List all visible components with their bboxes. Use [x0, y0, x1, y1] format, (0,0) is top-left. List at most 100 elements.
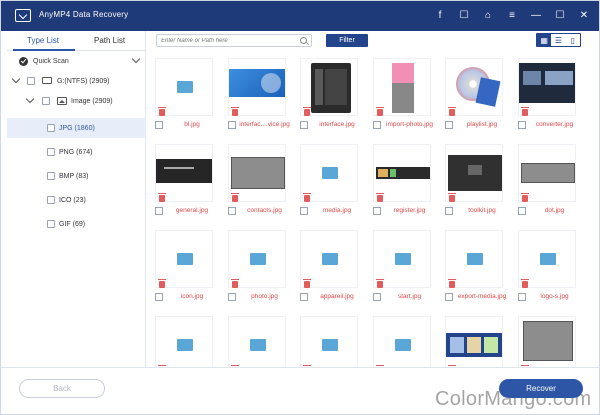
file-tile[interactable]: bl.jpg — [150, 53, 216, 133]
drive-checkbox[interactable] — [27, 77, 35, 85]
file-checkbox[interactable] — [155, 293, 163, 301]
file-checkbox[interactable] — [372, 293, 381, 301]
tab-path-list[interactable]: Path List — [94, 36, 125, 45]
tab-type-list[interactable]: Type List — [27, 36, 59, 45]
image-placeholder-icon — [394, 253, 411, 265]
image-placeholder-icon — [322, 339, 338, 351]
chevron-down-icon[interactable] — [131, 54, 141, 64]
thumbnail-graphic — [391, 63, 414, 83]
file-checkbox[interactable] — [300, 207, 308, 215]
file-checkbox[interactable] — [517, 121, 526, 129]
tree-item-quick-scan[interactable]: Quick Scan — [7, 51, 146, 71]
back-button[interactable]: Back — [19, 379, 105, 398]
chevron-down-icon[interactable] — [11, 74, 21, 84]
file-tile[interactable] — [295, 311, 361, 367]
file-checkbox[interactable] — [372, 207, 381, 215]
file-checkbox[interactable] — [372, 121, 381, 129]
thumbnail-graphic — [475, 77, 501, 107]
type-checkbox[interactable] — [47, 172, 55, 180]
file-tile[interactable] — [513, 311, 579, 367]
type-checkbox[interactable] — [47, 124, 55, 132]
tree-item-jpg[interactable]: JPG (1860) — [7, 118, 146, 138]
file-name: general.jpg — [175, 207, 209, 214]
file-thumbnail[interactable] — [517, 316, 576, 367]
file-tile[interactable] — [150, 311, 216, 367]
thumbnail-graphic — [230, 157, 285, 189]
file-checkbox[interactable] — [227, 207, 236, 215]
file-tile[interactable]: converter.jpg — [513, 53, 579, 133]
file-checkbox[interactable] — [445, 121, 453, 129]
file-name: converter.jpg — [535, 121, 574, 128]
grid-view-icon[interactable]: ▦ — [537, 34, 552, 46]
file-checkbox[interactable] — [517, 293, 526, 301]
file-checkbox[interactable] — [300, 121, 308, 129]
thumbnail-graphic — [325, 69, 347, 105]
file-tile[interactable]: media.jpg — [295, 139, 361, 219]
search-input[interactable] — [161, 36, 295, 46]
file-name: export-media.jpg — [457, 293, 507, 300]
file-tile[interactable]: start.jpg — [368, 225, 434, 305]
tree-item-image[interactable]: Image (2909) — [7, 91, 146, 111]
file-thumbnail[interactable] — [155, 316, 213, 367]
file-thumbnail[interactable] — [372, 316, 431, 367]
file-checkbox[interactable] — [517, 207, 526, 215]
file-checkbox[interactable] — [227, 293, 236, 301]
minimize-icon[interactable]: — — [529, 9, 543, 23]
search-icon[interactable] — [300, 37, 307, 44]
file-tile[interactable]: dot.jpg — [513, 139, 579, 219]
facebook-icon[interactable]: f — [433, 9, 447, 23]
file-tile[interactable]: export-media.jpg — [440, 225, 506, 305]
file-checkbox[interactable] — [155, 207, 163, 215]
file-tile[interactable]: logo-s.jpg — [513, 225, 579, 305]
tree-item-label: Quick Scan — [33, 57, 69, 65]
tree-item-bmp[interactable]: BMP (83) — [7, 166, 146, 186]
recover-button[interactable]: Recover — [499, 379, 583, 398]
maximize-icon[interactable]: ☐ — [553, 9, 567, 23]
toolbar: Filter ▦ ☰ ▯ — [148, 31, 599, 49]
close-icon[interactable]: ✕ — [577, 9, 591, 23]
type-checkbox[interactable] — [47, 196, 55, 204]
file-checkbox[interactable] — [445, 207, 453, 215]
file-tile[interactable]: icon.jpg — [150, 225, 216, 305]
file-checkbox[interactable] — [155, 121, 163, 129]
file-thumbnail[interactable] — [227, 316, 286, 367]
file-thumbnail[interactable] — [445, 316, 503, 367]
chat-icon[interactable]: ☐ — [457, 9, 471, 23]
menu-icon[interactable]: ≡ — [505, 9, 519, 23]
file-tile[interactable] — [440, 311, 506, 367]
file-tile[interactable]: contacts.jpg — [223, 139, 289, 219]
type-checkbox[interactable] — [47, 148, 55, 156]
deleted-file-icon — [230, 193, 239, 202]
list-view-icon[interactable]: ☰ — [551, 34, 566, 46]
file-tile[interactable]: import-photo.jpg — [368, 53, 434, 133]
file-tile[interactable]: playlist.jpg — [440, 53, 506, 133]
filter-button[interactable]: Filter — [326, 34, 368, 47]
left-panel: Type List Path List Quick Scan G:(NTFS) … — [7, 31, 146, 367]
file-checkbox[interactable] — [445, 293, 453, 301]
key-icon[interactable]: ⌂ — [481, 9, 495, 23]
file-thumbnail[interactable] — [300, 316, 358, 367]
file-tile[interactable]: register.jpg — [368, 139, 434, 219]
tree-item-png[interactable]: PNG (674) — [7, 142, 146, 162]
file-tile[interactable]: interfac....vice.jpg — [223, 53, 290, 133]
file-tile[interactable]: appareil.jpg — [295, 225, 361, 305]
file-tile[interactable]: general.jpg — [150, 139, 216, 219]
tree-item-drive[interactable]: G:(NTFS) (2909) — [7, 71, 146, 91]
file-name: interface.jpg — [319, 121, 355, 128]
tree-item-gif[interactable]: GIF (69) — [7, 214, 146, 234]
deleted-file-icon — [303, 279, 311, 288]
deleted-file-icon — [230, 279, 239, 288]
file-tile[interactable]: interface.jpg — [295, 53, 361, 133]
file-checkbox[interactable] — [227, 121, 236, 129]
chevron-down-icon[interactable] — [25, 94, 35, 104]
image-checkbox[interactable] — [42, 97, 50, 105]
file-tile[interactable] — [223, 311, 289, 367]
file-tile[interactable]: toolkit.jpg — [440, 139, 506, 219]
detail-view-icon[interactable]: ▯ — [565, 34, 580, 46]
type-checkbox[interactable] — [47, 220, 55, 228]
file-checkbox[interactable] — [300, 293, 308, 301]
file-tile[interactable]: photo.jpg — [223, 225, 289, 305]
tree-item-ico[interactable]: ICO (23) — [7, 190, 146, 210]
file-tile[interactable] — [368, 311, 434, 367]
file-name: bl.jpg — [184, 121, 200, 128]
